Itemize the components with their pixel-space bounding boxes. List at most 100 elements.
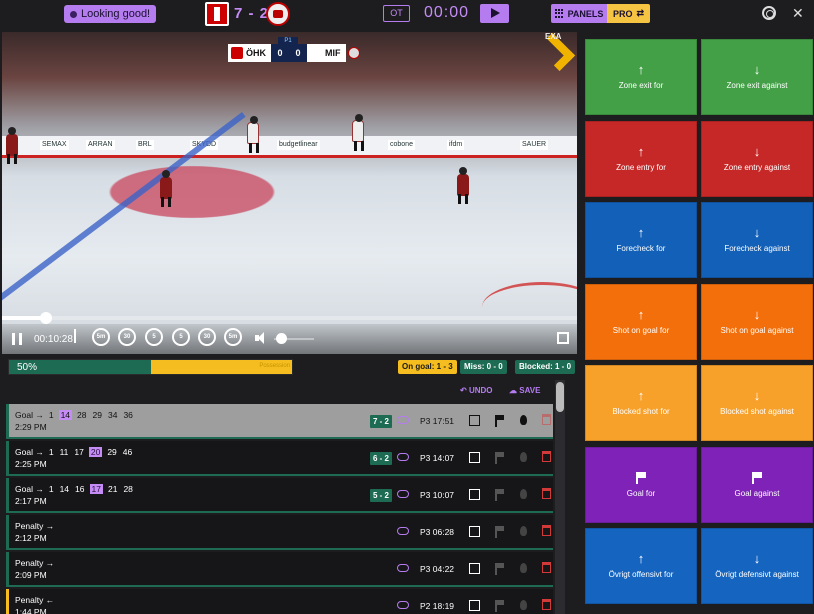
volume-muted-icon[interactable] [255,332,267,344]
event-player-number[interactable]: 21 [107,484,118,494]
event-player-number[interactable]: 16 [74,484,85,494]
clock-play-button[interactable] [480,4,509,23]
cloud-upload-icon[interactable] [397,527,409,535]
flag-icon[interactable] [495,452,504,464]
video-timecode: 00:10:28 [34,334,73,345]
volume-handle[interactable] [276,333,287,344]
video-progress-handle[interactable] [40,312,52,324]
event-player-number[interactable]: 11 [59,447,70,457]
event-tile[interactable]: ↑ Forecheck for [585,202,697,278]
edit-icon[interactable] [469,415,480,426]
event-tile[interactable]: ↑ Övrigt offensivt for [585,528,697,604]
trash-icon[interactable] [542,488,551,499]
event-scorer-number[interactable]: 17 [89,484,103,494]
arrow-down-icon: ↓ [753,143,761,159]
edit-icon[interactable] [469,489,480,500]
fire-icon[interactable] [520,600,527,610]
event-player-number[interactable]: 34 [107,410,118,420]
event-score-badge: 6 - 2 [370,452,393,465]
video-progress-bar[interactable] [2,312,577,324]
trash-icon[interactable] [542,451,551,462]
fire-icon[interactable] [520,526,527,536]
forward-30-icon[interactable]: 30 [198,328,216,346]
trash-icon[interactable] [542,525,551,536]
edit-icon[interactable] [469,600,480,611]
save-button[interactable]: ☁ SAVE [509,386,540,395]
event-player-number[interactable]: 17 [73,447,84,457]
event-player-number[interactable]: 14 [59,484,70,494]
fire-icon[interactable] [520,563,527,573]
broadcaster-logo-text: EXA [545,32,562,41]
event-row[interactable]: Penalty → 2:12 PM P3 06:28 [6,515,553,550]
event-scorer-number[interactable]: 14 [58,410,73,420]
rewind-5-icon[interactable]: 5 [145,328,163,346]
event-player-number[interactable]: 28 [76,410,87,420]
rewind-30-icon[interactable]: 30 [118,328,136,346]
close-icon[interactable]: ✕ [792,5,804,22]
event-tile[interactable]: ↓ Shot on goal against [701,283,813,360]
event-player-number[interactable]: 1 [48,447,55,457]
pro-toggle-button[interactable]: PRO ⇄ [607,4,650,23]
event-scorer-number[interactable]: 20 [88,447,103,457]
event-tile[interactable]: ↓ Blocked shot against [701,365,813,441]
event-tile[interactable]: ↓ Forecheck against [701,202,813,278]
cloud-upload-icon[interactable] [397,564,409,572]
event-tile[interactable]: ↓ Övrigt defensivt against [701,528,813,604]
event-tile[interactable]: ↑ Zone entry for [585,120,697,197]
fire-icon[interactable] [520,452,527,462]
panels-button[interactable]: PANELS [551,4,607,23]
flag-icon[interactable] [495,563,504,575]
flag-icon[interactable] [495,600,504,612]
fire-icon[interactable] [520,489,527,499]
event-row[interactable]: Goal → 1 14 28 29 34 36 2:29 PM 7 - 2 P3 17:51 [6,404,553,439]
cloud-upload-icon[interactable] [397,601,409,609]
event-row[interactable]: Penalty ← 1:44 PM P2 18:19 [6,589,553,614]
event-tile[interactable]: ↓ Zone exit against [701,39,813,115]
trash-icon[interactable] [542,599,551,610]
undo-button[interactable]: ↶ UNDO [460,386,493,395]
gear-icon[interactable] [762,6,776,20]
event-player-number[interactable]: 29 [92,410,103,420]
event-tile[interactable]: ↑ Blocked shot for [585,365,697,441]
event-player-number[interactable]: 46 [122,447,133,457]
video-player[interactable]: SEMAXARRANBRLSKYDDbudgetlinearcoboneifdm… [2,32,577,354]
event-player-number[interactable]: 28 [122,484,133,494]
event-player-number[interactable]: 1 [48,484,55,494]
video-controls: 00:10:28 5m 30 5 5 30 5m [2,324,577,354]
pause-icon[interactable] [12,333,22,345]
skip-start-icon[interactable] [74,329,76,343]
fire-icon[interactable] [520,415,527,425]
edit-icon[interactable] [469,452,480,463]
event-player-number[interactable]: 29 [106,447,117,457]
forward-5m-icon[interactable]: 5m [224,328,242,346]
event-time: 1:44 PM [15,607,47,614]
status-indicator: Looking good! [64,5,157,23]
event-tile[interactable]: Goal for [585,446,697,523]
event-row[interactable]: Penalty → 2:09 PM P3 04:22 [6,552,553,587]
event-row[interactable]: Goal → 1 14 16 17 21 28 2:17 PM 5 - 2 P3 10:07 [6,478,553,513]
event-row[interactable]: Goal → 1 11 17 20 29 46 2:25 PM 6 - 2 P3 14:07 [6,441,553,476]
event-tile[interactable]: ↑ Zone exit for [585,39,697,115]
cloud-upload-icon[interactable] [397,453,409,461]
event-tile[interactable]: Goal against [701,446,813,523]
trash-icon[interactable] [542,414,551,425]
flag-icon[interactable] [495,489,504,501]
flag-icon[interactable] [495,526,504,538]
forward-5-icon[interactable]: 5 [172,328,190,346]
events-scrollbar[interactable] [555,380,565,614]
arrow-up-icon: ↑ [637,62,645,77]
cloud-upload-icon[interactable] [397,490,409,498]
event-player-number[interactable]: 1 [48,410,55,420]
overtime-button[interactable]: OT [383,5,410,22]
trash-icon[interactable] [542,562,551,573]
event-player-number[interactable]: 36 [122,410,133,420]
event-tile[interactable]: ↓ Zone entry against [701,120,813,197]
rewind-5m-icon[interactable]: 5m [92,328,110,346]
edit-icon[interactable] [469,563,480,574]
cloud-upload-icon[interactable] [397,416,409,424]
fullscreen-icon[interactable] [557,332,569,344]
flag-icon[interactable] [495,415,504,427]
event-tile[interactable]: ↑ Shot on goal for [585,283,697,360]
edit-icon[interactable] [469,526,480,537]
events-scroll-thumb[interactable] [556,382,564,412]
